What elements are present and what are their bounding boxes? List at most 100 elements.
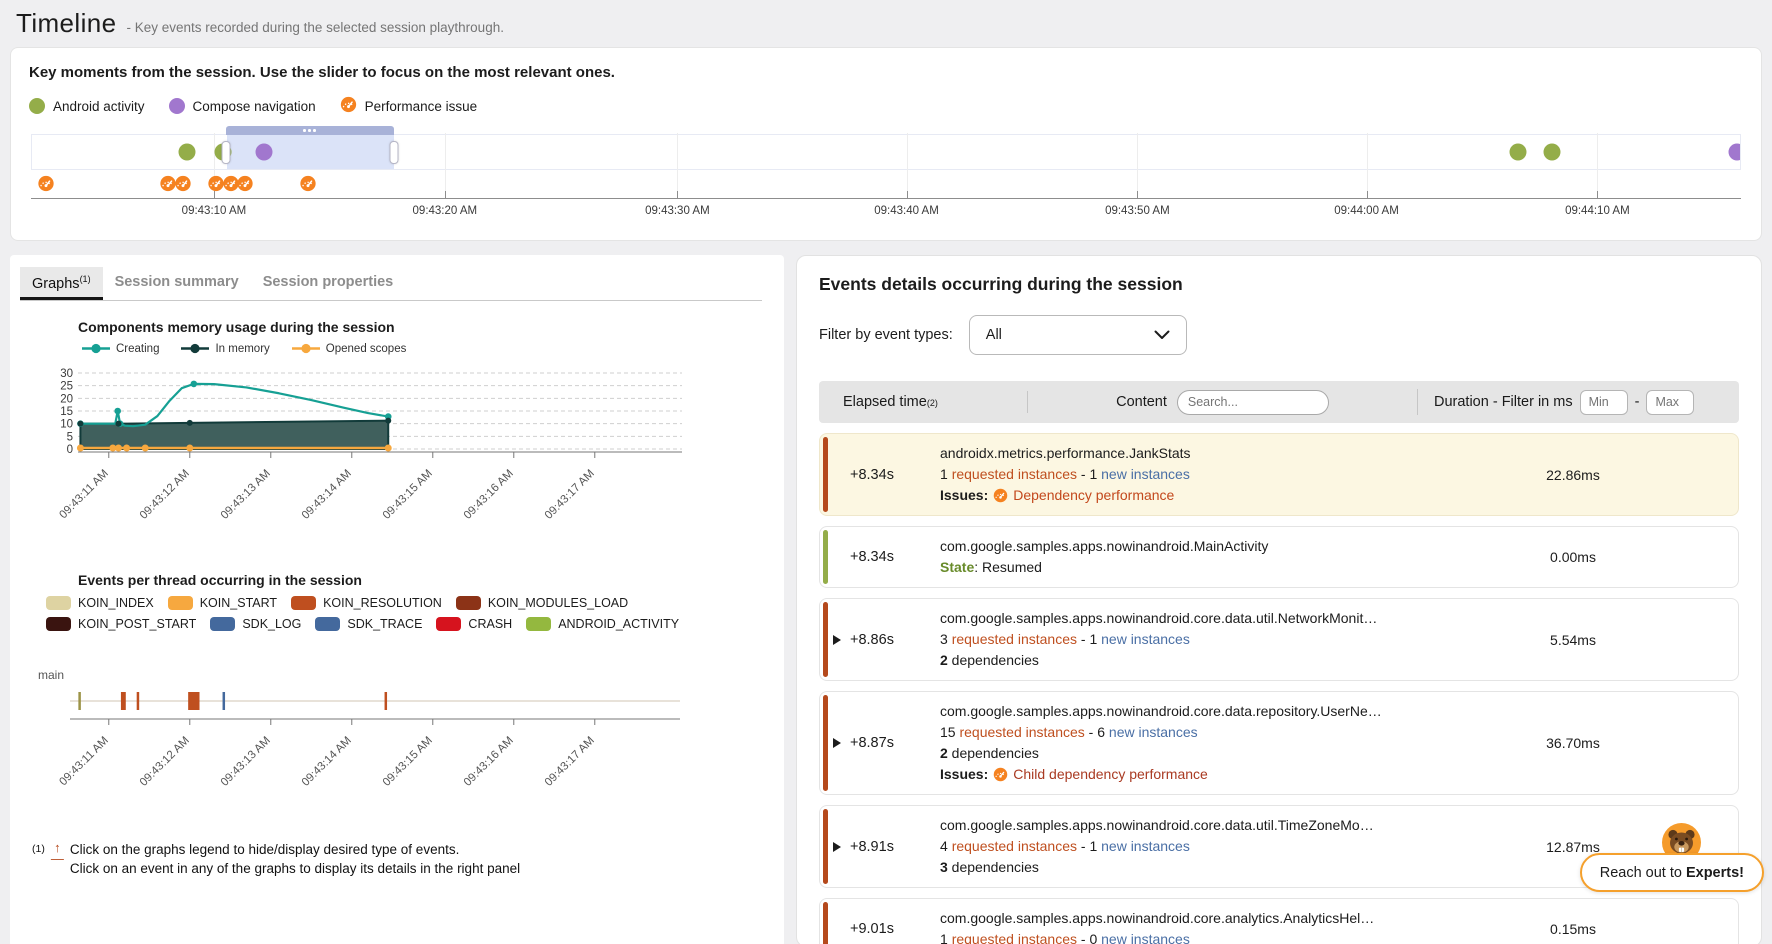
legend-dot-icon [29,98,45,114]
compose-navigation-dot[interactable] [1728,144,1741,161]
row-duration: 36.70ms [1408,735,1738,751]
android-activity-dot[interactable] [1509,144,1526,161]
svg-text:20: 20 [60,393,73,405]
svg-text:09:43:15 AM: 09:43:15 AM [381,734,435,788]
row-title: com.google.samples.apps.nowinandroid.cor… [940,908,1408,929]
row-title: com.google.samples.apps.nowinandroid.cor… [940,608,1408,629]
thread-legend-koin_resolution[interactable]: KOIN_RESOLUTION [291,596,442,610]
timeline-slider: 09:43:10 AM09:43:20 AM09:43:30 AM09:43:4… [31,134,1741,232]
performance-issue-marker[interactable] [38,175,55,192]
memory-legend-creating[interactable]: Creating [82,343,159,355]
slider-handle-right[interactable] [389,141,398,164]
svg-text:09:43:14 AM: 09:43:14 AM [300,467,354,521]
slider-drag-bar[interactable] [226,126,394,135]
svg-text:5: 5 [67,431,73,443]
performance-gauge-icon [175,175,192,192]
content-search-input[interactable] [1177,390,1329,415]
row-title: com.google.samples.apps.nowinandroid.Mai… [940,536,1408,557]
axis-tick [214,191,215,199]
row-title: androidx.metrics.performance.JankStats [940,443,1408,464]
memory-usage-chart[interactable]: 05101520253009:43:11 AM09:43:12 AM09:43:… [30,359,730,537]
event-type-select[interactable]: All [969,315,1187,355]
performance-issues-row [31,175,1741,196]
tab-session-summary[interactable]: Session summary [103,267,251,300]
compose-navigation-dot[interactable] [256,144,273,161]
svg-text:09:43:17 AM: 09:43:17 AM [543,467,597,521]
page-header: Timeline - Key events recorded during th… [0,0,1772,47]
slider-selected-range[interactable] [227,135,394,170]
legend-label: Compose navigation [193,99,316,114]
expand-row-icon[interactable] [833,842,841,852]
svg-text:09:43:14 AM: 09:43:14 AM [300,734,354,788]
android-activity-dot[interactable] [179,144,196,161]
performance-issue-marker[interactable] [300,175,317,192]
event-row[interactable]: +8.34sandroidx.metrics.performance.JankS… [819,433,1739,516]
row-content: com.google.samples.apps.nowinandroid.cor… [940,908,1408,944]
slider-track[interactable] [31,134,1741,170]
header-duration: Duration - Filter in ms [1434,394,1573,410]
memory-chart-container: 05101520253009:43:11 AM09:43:12 AM09:43:… [30,359,774,542]
thread-events-chart[interactable]: main09:43:11 AM09:43:12 AM09:43:13 AM09:… [30,657,730,809]
thread-legend-crash[interactable]: CRASH [436,617,512,631]
chevron-down-icon [1154,330,1170,340]
thread-legend-sdk_trace[interactable]: SDK_TRACE [315,617,422,631]
thread-legend-koin_modules_load[interactable]: KOIN_MODULES_LOAD [456,596,628,610]
thread-chart-title: Events per thread occurring in the sessi… [78,572,774,588]
row-title: com.google.samples.apps.nowinandroid.cor… [940,701,1408,722]
legend-swatch-icon [46,617,71,631]
android-activity-dot[interactable] [1544,144,1561,161]
row-elapsed-time: +8.34s [820,549,940,565]
performance-gauge-icon [340,96,357,113]
filter-label: Filter by event types: [819,327,953,343]
performance-issue-marker[interactable] [236,175,253,192]
timeline-card: Key moments from the session. Use the sl… [10,47,1762,241]
svg-text:10: 10 [60,418,73,430]
legend-swatch-icon [526,617,551,631]
axis-gridline [1367,133,1368,196]
axis-tick-label: 09:43:40 AM [874,205,939,217]
row-dependencies: 3 dependencies [940,857,1408,878]
performance-gauge-icon [38,175,55,192]
row-accent-bar [823,530,828,584]
row-elapsed-time: +9.01s [820,921,940,937]
svg-text:09:43:15 AM: 09:43:15 AM [381,467,435,521]
event-row[interactable]: +8.34scom.google.samples.apps.nowinandro… [819,526,1739,588]
tab-graphs[interactable]: Graphs(1) [20,267,103,300]
thread-legend-android_activity[interactable]: ANDROID_ACTIVITY [526,617,679,631]
axis-tick [445,191,446,199]
slider-handle-left[interactable] [221,141,230,164]
thread-legend-sdk_log[interactable]: SDK_LOG [210,617,301,631]
expert-text: Reach out to [1600,865,1686,881]
footnote-line2: Click on an event in any of the graphs t… [70,861,520,876]
axis-tick [1367,191,1368,199]
event-row[interactable]: +8.87scom.google.samples.apps.nowinandro… [819,691,1739,795]
duration-min-input[interactable] [1580,390,1628,415]
expand-row-icon[interactable] [833,738,841,748]
timeline-legend-item-1: Compose navigation [169,98,316,114]
thread-legend-koin_start[interactable]: KOIN_START [168,596,277,610]
legend-swatch-icon [315,617,340,631]
expert-text-bold: Experts! [1686,865,1744,881]
page-title: Timeline [16,8,116,39]
reach-out-experts-button[interactable]: Reach out to Experts! [1580,853,1764,892]
memory-legend-in-memory[interactable]: In memory [181,343,269,355]
row-accent-bar [823,809,828,884]
thread-legend-koin_index[interactable]: KOIN_INDEX [46,596,154,610]
memory-legend-opened-scopes[interactable]: Opened scopes [292,343,407,355]
axis-tick-label: 09:44:10 AM [1565,205,1630,217]
tab-session-properties[interactable]: Session properties [251,267,406,300]
svg-text:09:43:16 AM: 09:43:16 AM [462,467,516,521]
footnote-arrow-icon: ↑— [51,840,64,879]
axis-tick [907,191,908,199]
svg-text:main: main [38,668,64,682]
graphs-panel: Graphs(1)Session summarySession properti… [10,255,784,944]
axis-gridline [1597,133,1598,196]
performance-issue-marker[interactable] [175,175,192,192]
row-content: com.google.samples.apps.nowinandroid.cor… [940,815,1408,878]
duration-max-input[interactable] [1646,390,1694,415]
event-row[interactable]: +8.86scom.google.samples.apps.nowinandro… [819,598,1739,681]
thread-legend-row: KOIN_INDEX KOIN_START KOIN_RESOLUTION KOIN_… [46,596,726,610]
thread-legend-koin_post_start[interactable]: KOIN_POST_START [46,617,196,631]
expand-row-icon[interactable] [833,635,841,645]
event-row[interactable]: +9.01scom.google.samples.apps.nowinandro… [819,898,1739,944]
